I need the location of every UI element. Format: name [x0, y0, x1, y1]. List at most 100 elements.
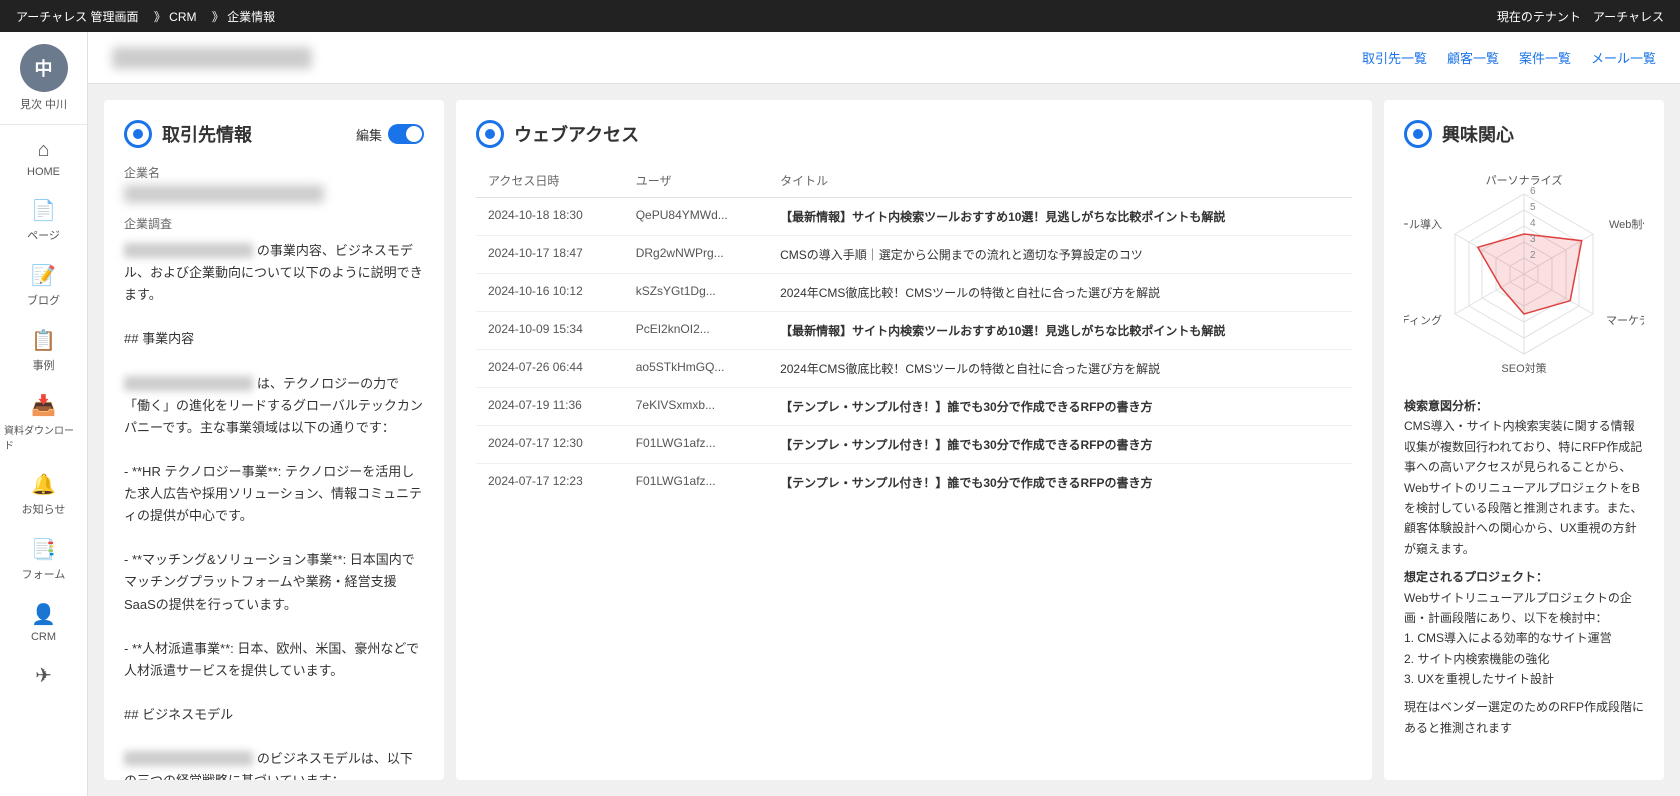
col-header-user: ユーザ	[624, 164, 768, 198]
panel-header-right: 興味関心	[1404, 120, 1644, 148]
tenant-info: 現在のテナント アーチャレス	[1497, 8, 1664, 25]
cell-datetime: 2024-10-16 10:12	[476, 274, 624, 312]
project-item-2: 2. サイト内検索機能の強化	[1404, 652, 1549, 666]
web-access-table: アクセス日時 ユーザ タイトル 2024-10-18 18:30QePU84YM…	[476, 164, 1352, 501]
table-row: 2024-10-17 18:47DRg2wNWPrg...CMSの導入手順｜選定…	[476, 236, 1352, 274]
survey-text: 株式会社テクノロジー の事業内容、ビジネスモデル、および企業動向について以下のよ…	[124, 240, 424, 780]
edit-toggle[interactable]	[388, 124, 424, 144]
main-content: 取引先一覧 顧客一覧 案件一覧 メール一覧 取引先情報 編集	[88, 32, 1680, 796]
svg-text:3: 3	[1530, 234, 1536, 245]
blog-icon: 📝	[31, 263, 56, 288]
svg-text:4: 4	[1530, 218, 1536, 229]
cell-user: 7eKIVSxmxb...	[624, 388, 768, 426]
cell-user: F01LWG1afz...	[624, 464, 768, 502]
sidebar: 中 見次 中川 ⌂ HOME 📄 ページ 📝 ブログ 📋 事例 📥 資料ダウンロ…	[0, 32, 88, 796]
panel-title-left: 取引先情報	[124, 120, 252, 148]
sidebar-item-extra[interactable]: ✈	[0, 653, 87, 702]
table-row: 2024-07-19 11:367eKIVSxmxb...【テンプレ・サンプル付…	[476, 388, 1352, 426]
cell-datetime: 2024-07-17 12:30	[476, 426, 624, 464]
extra-icon: ✈	[35, 663, 52, 688]
sidebar-item-blog[interactable]: 📝 ブログ	[0, 253, 87, 318]
sidebar-item-label: 事例	[33, 357, 55, 373]
col-header-datetime: アクセス日時	[476, 164, 624, 198]
table-row: 2024-10-16 10:12kSZsYGt1Dg...2024年CMS徹底比…	[476, 274, 1352, 312]
cell-title: 【最新情報】サイト内検索ツールおすすめ10選！見逃しがちな比較ポイントも解説	[768, 312, 1352, 350]
top-nav: アーチャレス 管理画面 》 CRM 》 企業情報 現在のテナント アーチャレス	[0, 0, 1680, 32]
company-name-value	[124, 185, 324, 203]
case-icon: 📋	[31, 328, 56, 353]
nav-link-emails[interactable]: メール一覧	[1591, 48, 1656, 67]
nav-link-suppliers[interactable]: 取引先一覧	[1362, 48, 1427, 67]
table-row: 2024-07-17 12:30F01LWG1afz...【テンプレ・サンプル付…	[476, 426, 1352, 464]
sidebar-item-case[interactable]: 📋 事例	[0, 318, 87, 383]
supplier-info-icon	[124, 120, 152, 148]
sidebar-item-label: HOME	[27, 166, 60, 178]
cell-title: 2024年CMS徹底比較！CMSツールの特徴と自社に合った選び方を解説	[768, 350, 1352, 388]
cell-user: PcEI2knOI2...	[624, 312, 768, 350]
sidebar-item-form[interactable]: 📑 フォーム	[0, 527, 87, 592]
nav-link-customers[interactable]: 顧客一覧	[1447, 48, 1499, 67]
breadcrumb: アーチャレス 管理画面 》 CRM 》 企業情報	[16, 8, 275, 25]
sidebar-item-download[interactable]: 📥 資料ダウンロード	[0, 383, 87, 462]
project-text: Webサイトリニューアルプロジェクトの企画・計画段階にあり、以下を検討中：	[1404, 591, 1632, 625]
svg-text:Web制作: Web制作	[1609, 218, 1644, 231]
svg-text:SEO対策: SEO対策	[1501, 361, 1546, 375]
sidebar-item-notice[interactable]: 🔔 お知らせ	[0, 462, 87, 527]
table-body: 2024-10-18 18:30QePU84YMWd...【最新情報】サイト内検…	[476, 198, 1352, 502]
cell-user: ao5STkHmGQ...	[624, 350, 768, 388]
footer-text: 現在はベンダー選定のためのRFP作成段階にあると推測されます	[1404, 700, 1644, 734]
table-row: 2024-07-17 12:23F01LWG1afz...【テンプレ・サンプル付…	[476, 464, 1352, 502]
sidebar-divider	[0, 124, 87, 125]
sidebar-item-label: お知らせ	[22, 501, 66, 517]
panels: 取引先情報 編集 企業名 企業調査 株式会社テクノロジー の事業内容、ビジネスモ…	[88, 84, 1680, 796]
cell-title: 2024年CMS徹底比較！CMSツールの特徴と自社に合った選び方を解説	[768, 274, 1352, 312]
sidebar-item-crm[interactable]: 👤 CRM	[0, 592, 87, 653]
sidebar-item-page[interactable]: 📄 ページ	[0, 188, 87, 253]
cell-user: DRg2wNWPrg...	[624, 236, 768, 274]
panel-title-center: ウェブアクセス	[476, 120, 639, 148]
radar-chart: パーソナライズ Web制作 マーケティング支援 SEO対策 ブランディング ツー…	[1404, 164, 1644, 384]
sidebar-item-label: ブログ	[27, 292, 60, 308]
notice-icon: 🔔	[31, 472, 56, 497]
cell-title: 【テンプレ・サンプル付き！】誰でも30分で作成できるRFPの書き方	[768, 464, 1352, 502]
table-row: 2024-07-26 06:44ao5STkHmGQ...2024年CMS徹底比…	[476, 350, 1352, 388]
nav-links: 取引先一覧 顧客一覧 案件一覧 メール一覧	[1362, 48, 1656, 67]
sidebar-username: 見次 中川	[20, 96, 67, 112]
svg-text:ブランディング: ブランディング	[1404, 313, 1442, 327]
table-row: 2024-10-18 18:30QePU84YMWd...【最新情報】サイト内検…	[476, 198, 1352, 236]
cell-title: 【テンプレ・サンプル付き！】誰でも30分で作成できるRFPの書き方	[768, 388, 1352, 426]
panel-interest: 興味関心	[1384, 100, 1664, 780]
cell-datetime: 2024-10-09 15:34	[476, 312, 624, 350]
company-name-label: 企業名	[124, 164, 424, 181]
crm-icon: 👤	[31, 602, 56, 627]
cell-title: 【テンプレ・サンプル付き！】誰でも30分で作成できるRFPの書き方	[768, 426, 1352, 464]
interest-title: 興味関心	[1442, 121, 1514, 147]
download-icon: 📥	[31, 393, 56, 418]
cell-datetime: 2024-07-26 06:44	[476, 350, 624, 388]
web-access-icon	[476, 120, 504, 148]
nav-link-projects[interactable]: 案件一覧	[1519, 48, 1571, 67]
page-icon: 📄	[31, 198, 56, 223]
svg-text:ツール導入: ツール導入	[1404, 217, 1442, 231]
blur-company-name-1: 株式会社テクノロジー	[124, 243, 253, 258]
radar-chart-container: パーソナライズ Web制作 マーケティング支援 SEO対策 ブランディング ツー…	[1404, 164, 1644, 384]
blur-company-name-2: 株式会社テクノロジー	[124, 376, 253, 391]
table-row: 2024-10-09 15:34PcEI2knOI2...【最新情報】サイト内検…	[476, 312, 1352, 350]
project-item-1: 1. CMS導入による効率的なサイト運営	[1404, 631, 1612, 645]
company-name-header	[112, 47, 312, 69]
sidebar-item-label: CRM	[31, 631, 56, 643]
secondary-nav: 取引先一覧 顧客一覧 案件一覧 メール一覧	[88, 32, 1680, 84]
sidebar-item-home[interactable]: ⌂ HOME	[0, 129, 87, 188]
avatar: 中	[20, 44, 68, 92]
project-title: 想定されるプロジェクト：	[1404, 570, 1548, 584]
panel-web-access: ウェブアクセス アクセス日時 ユーザ タイトル 2024-10-18 18:30…	[456, 100, 1372, 780]
cell-title: 【最新情報】サイト内検索ツールおすすめ10選！見逃しがちな比較ポイントも解説	[768, 198, 1352, 236]
col-header-title: タイトル	[768, 164, 1352, 198]
cell-title: CMSの導入手順｜選定から公開までの流れと適切な予算設定のコツ	[768, 236, 1352, 274]
svg-text:パーソナライズ: パーソナライズ	[1486, 173, 1563, 187]
project-item-3: 3. UXを重視したサイト設計	[1404, 672, 1554, 686]
form-icon: 📑	[31, 537, 56, 562]
edit-toggle-group: 編集	[356, 124, 424, 144]
svg-text:5: 5	[1530, 202, 1536, 213]
sidebar-item-label: 資料ダウンロード	[4, 422, 83, 452]
